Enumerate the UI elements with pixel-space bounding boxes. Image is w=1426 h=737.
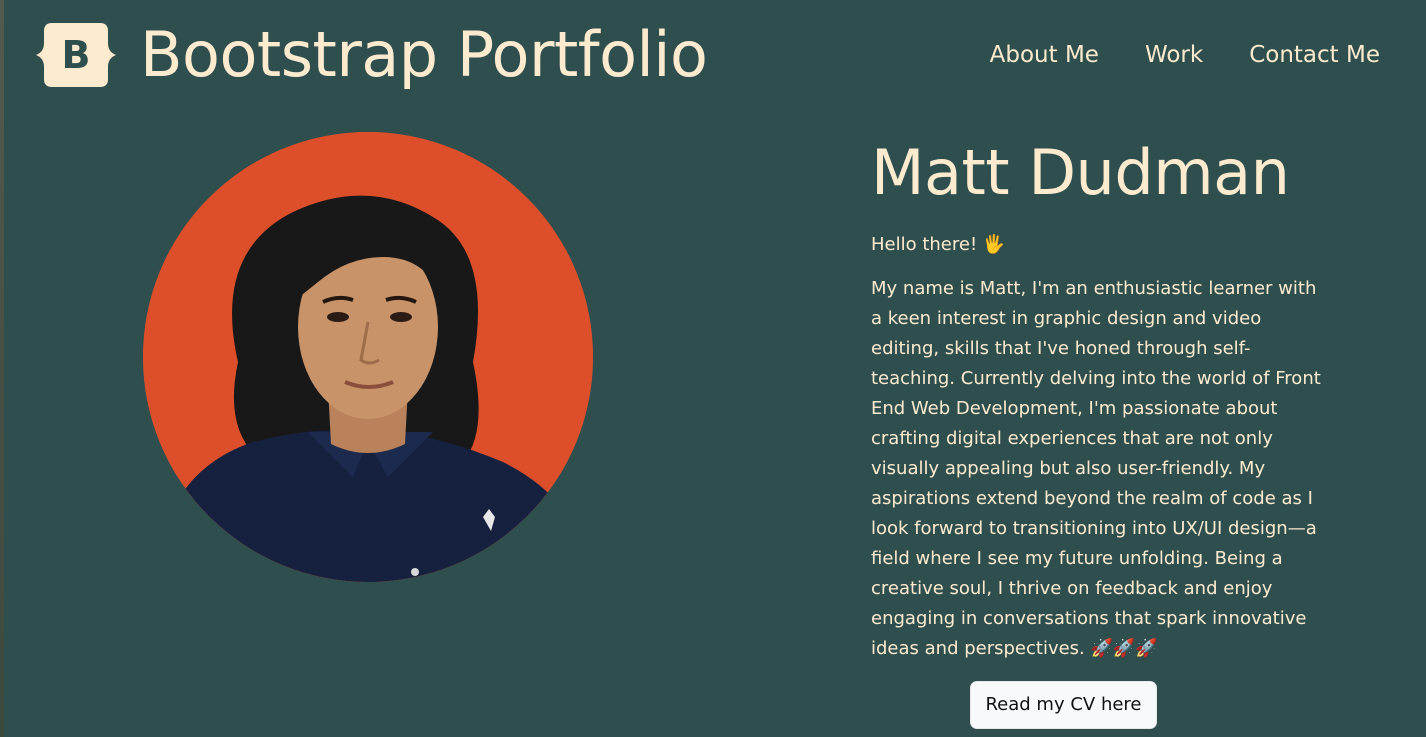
portrait-illustration [143,132,593,582]
logo-letter: B [62,33,91,77]
nav-contact-me[interactable]: Contact Me [1249,38,1380,72]
bio-text: My name is Matt, I'm an enthusiastic lea… [871,278,1321,659]
bootstrap-logo-icon: B [36,23,116,87]
nav-work[interactable]: Work [1145,38,1203,72]
intro-section: Matt Dudman Hello there! 🖐 My name is Ma… [871,132,1321,664]
brand-title: Bootstrap Portfolio [140,18,708,91]
brand-link[interactable]: B Bootstrap Portfolio [36,16,708,94]
read-cv-button[interactable]: Read my CV here [970,681,1157,729]
navbar: B Bootstrap Portfolio About Me Work Cont… [0,0,1426,110]
main-nav: About Me Work Contact Me [944,38,1380,72]
nav-about-me[interactable]: About Me [990,38,1099,72]
greeting-text: Hello there! 🖐 [871,234,1006,255]
profile-name: Matt Dudman [871,136,1290,209]
profile-photo [143,132,593,582]
window-edge [0,0,4,737]
